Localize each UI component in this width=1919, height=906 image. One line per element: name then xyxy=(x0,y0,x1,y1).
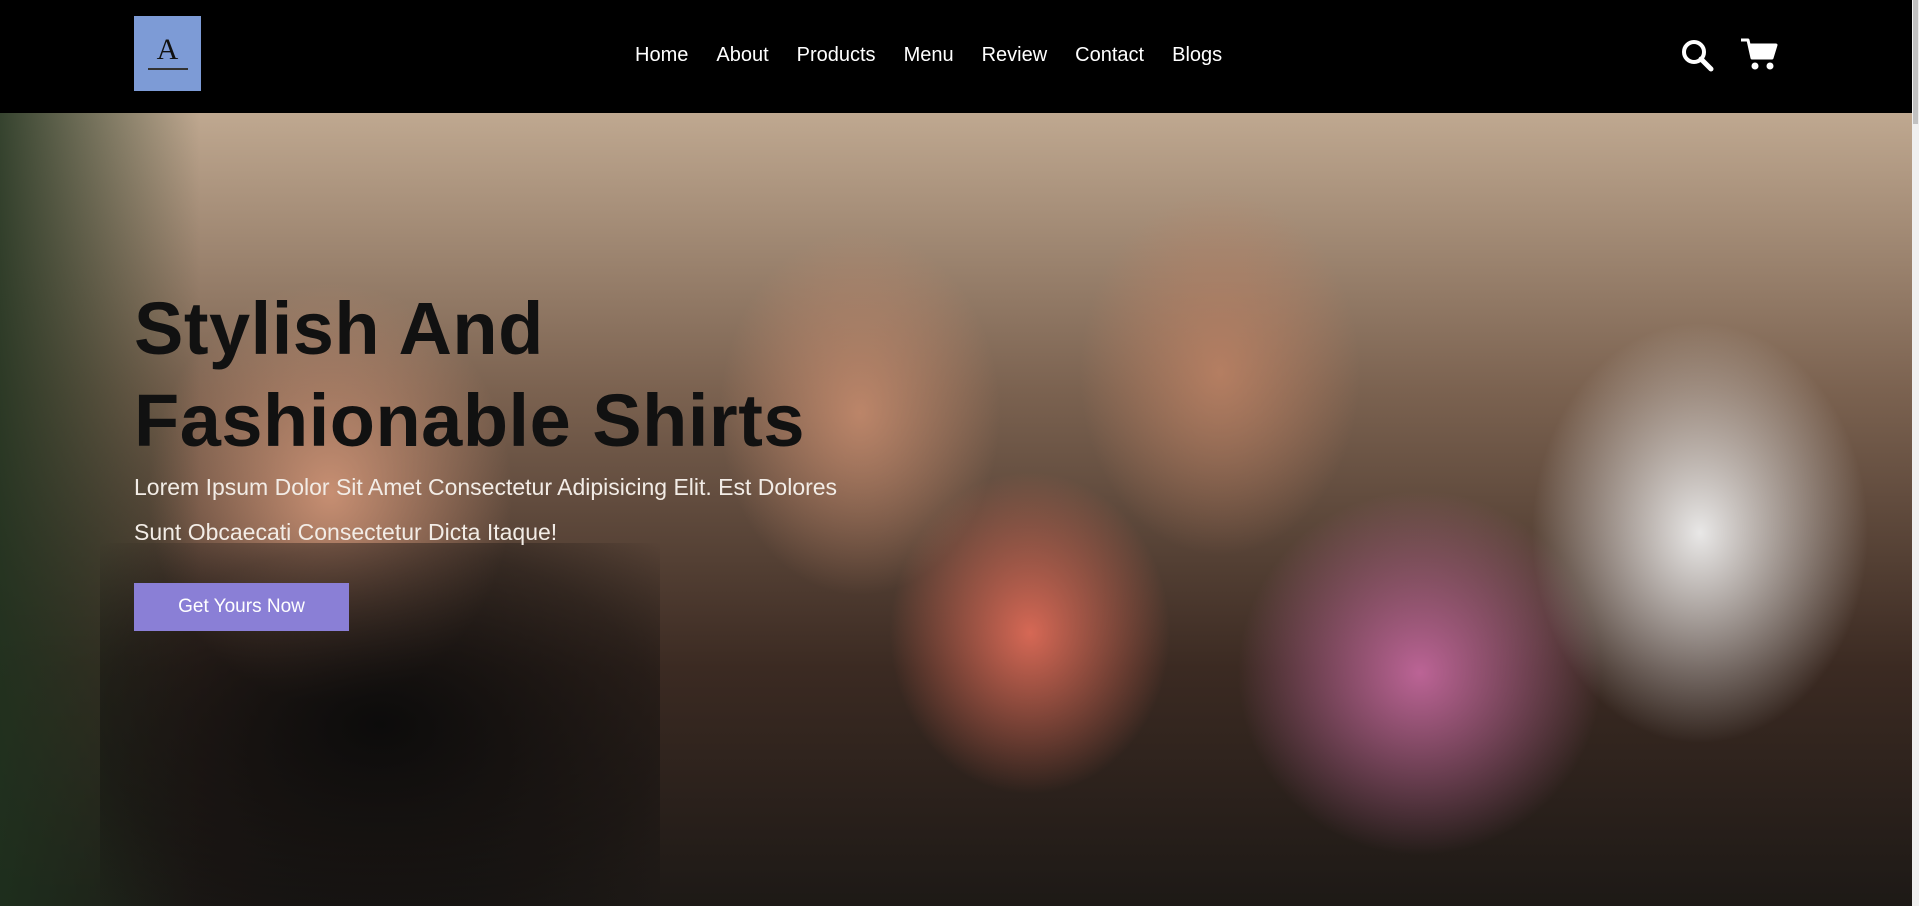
cart-icon[interactable] xyxy=(1740,36,1778,72)
top-navbar: A Home About Products Menu Review Contac… xyxy=(0,0,1919,113)
hero-subtitle-line1: Lorem Ipsum Dolor Sit Amet Consectetur A… xyxy=(134,474,838,500)
page-scrollbar[interactable] xyxy=(1912,0,1919,906)
get-yours-now-button[interactable]: Get Yours Now xyxy=(134,583,349,631)
nav-about[interactable]: About xyxy=(716,44,768,67)
hero-title: Stylish And Fashionable Shirts xyxy=(134,283,834,467)
hero-title-line1: Stylish And xyxy=(134,287,544,370)
nav-contact[interactable]: Contact xyxy=(1075,44,1144,67)
nav-blogs[interactable]: Blogs xyxy=(1172,44,1222,67)
main-nav: Home About Products Menu Review Contact … xyxy=(635,0,1250,110)
nav-review[interactable]: Review xyxy=(982,44,1048,67)
hero-subtitle: Lorem Ipsum Dolor Sit Amet Consectetur A… xyxy=(134,465,894,555)
logo-tagline-rule xyxy=(147,68,188,70)
scrollbar-thumb[interactable] xyxy=(1913,0,1918,124)
search-icon[interactable] xyxy=(1680,38,1714,72)
logo-tagline xyxy=(147,67,188,72)
nav-products[interactable]: Products xyxy=(797,44,876,67)
logo-mark: A xyxy=(156,33,179,66)
hero-section: Stylish And Fashionable Shirts Lorem Ips… xyxy=(0,113,1912,906)
brand-logo[interactable]: A xyxy=(134,16,201,91)
hero-subtitle-line2: Sunt Obcaecati Consectetur Dicta Itaque! xyxy=(134,519,558,545)
nav-home[interactable]: Home xyxy=(635,44,688,67)
hero-title-line2: Fashionable Shirts xyxy=(134,379,806,462)
nav-menu[interactable]: Menu xyxy=(904,44,954,67)
